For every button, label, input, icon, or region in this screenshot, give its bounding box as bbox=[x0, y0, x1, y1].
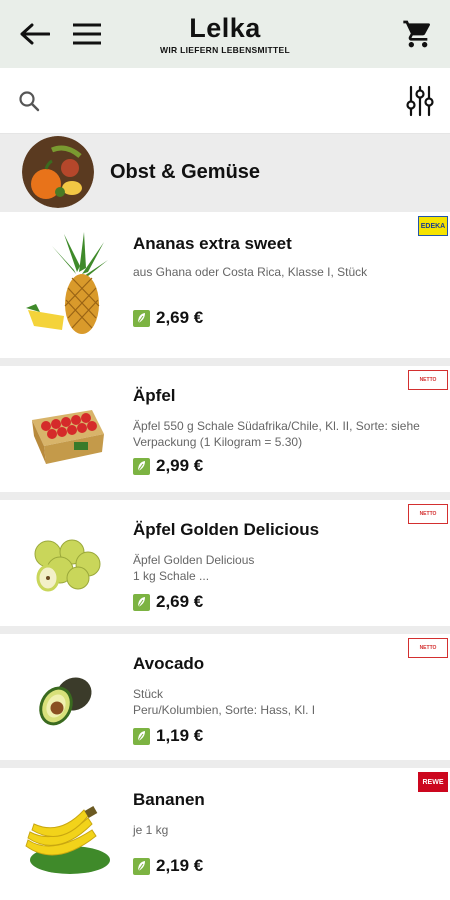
product-card[interactable]: Ananas extra sweet aus Ghana oder Costa … bbox=[0, 212, 450, 358]
bananas-image bbox=[22, 780, 112, 890]
product-description: Stück Peru/Kolumbien, Sorte: Hass, Kl. I bbox=[133, 687, 316, 717]
vegan-leaf-icon bbox=[133, 857, 150, 875]
vegan-leaf-icon bbox=[133, 457, 150, 475]
apple-crate-image bbox=[22, 374, 112, 484]
app-screen: Lelka WIR LIEFERN LEBENSMITTEL Obst & Ge… bbox=[0, 0, 450, 900]
product-price: 1,19 € bbox=[133, 726, 203, 746]
menu-icon[interactable] bbox=[72, 23, 102, 45]
product-name: Bananen bbox=[133, 790, 205, 809]
back-arrow-icon[interactable] bbox=[20, 23, 50, 45]
cart-icon[interactable] bbox=[402, 18, 434, 50]
store-badge-netto: NETTO bbox=[408, 504, 448, 524]
avocado-image bbox=[22, 642, 112, 752]
price-value: 1,19 € bbox=[156, 726, 204, 745]
product-name: Avocado bbox=[133, 654, 205, 673]
product-description: Äpfel Golden Delicious 1 kg Schale ... bbox=[133, 553, 255, 583]
app-subtitle: WIR LIEFERN LEBENSMITTEL bbox=[160, 45, 290, 55]
filter-sliders-icon[interactable] bbox=[406, 85, 434, 117]
price-value: 2,69 € bbox=[156, 308, 204, 327]
product-name: Äpfel Golden Delicious bbox=[133, 520, 320, 539]
pineapple-image bbox=[22, 230, 112, 340]
product-name: Ananas extra sweet bbox=[133, 234, 292, 253]
price-value: 2,19 € bbox=[156, 856, 204, 875]
product-name: Äpfel bbox=[133, 386, 176, 405]
product-price: 2,69 € bbox=[133, 592, 203, 612]
store-badge-edeka: EDEKA bbox=[418, 216, 448, 236]
store-badge-netto: NETTO bbox=[408, 370, 448, 390]
product-card[interactable]: Avocado Stück Peru/Kolumbien, Sorte: Has… bbox=[0, 634, 450, 760]
price-value: 2,99 € bbox=[156, 456, 204, 475]
product-card[interactable]: Äpfel Golden Delicious Äpfel Golden Deli… bbox=[0, 500, 450, 626]
vegan-leaf-icon bbox=[133, 593, 150, 611]
product-price: 2,69 € bbox=[133, 308, 203, 328]
product-description: Äpfel 550 g Schale Südafrika/Chile, Kl. … bbox=[133, 419, 420, 449]
golden-apples-image bbox=[22, 508, 112, 618]
store-badge-rewe: REWE bbox=[418, 772, 448, 792]
store-badge-netto: NETTO bbox=[408, 638, 448, 658]
vegan-leaf-icon bbox=[133, 309, 150, 327]
product-description: aus Ghana oder Costa Rica, Klasse I, Stü… bbox=[133, 265, 368, 279]
category-image bbox=[22, 136, 94, 208]
price-value: 2,69 € bbox=[156, 592, 204, 611]
app-header: Lelka WIR LIEFERN LEBENSMITTEL bbox=[0, 0, 450, 68]
search-icon bbox=[18, 90, 40, 112]
category-title: Obst & Gemüse bbox=[110, 160, 261, 183]
search-bar bbox=[0, 68, 450, 134]
product-price: 2,99 € bbox=[133, 456, 203, 476]
vegan-leaf-icon bbox=[133, 727, 150, 745]
search-input[interactable] bbox=[50, 92, 406, 109]
product-price: 2,19 € bbox=[133, 856, 203, 876]
product-card[interactable]: Äpfel Äpfel 550 g Schale Südafrika/Chile… bbox=[0, 366, 450, 492]
header-left-actions bbox=[20, 23, 102, 45]
product-description: je 1 kg bbox=[133, 823, 169, 837]
product-card[interactable]: Bananen je 1 kg 2,19 € REWE bbox=[0, 768, 450, 900]
category-header[interactable]: Obst & Gemüse bbox=[0, 134, 450, 210]
